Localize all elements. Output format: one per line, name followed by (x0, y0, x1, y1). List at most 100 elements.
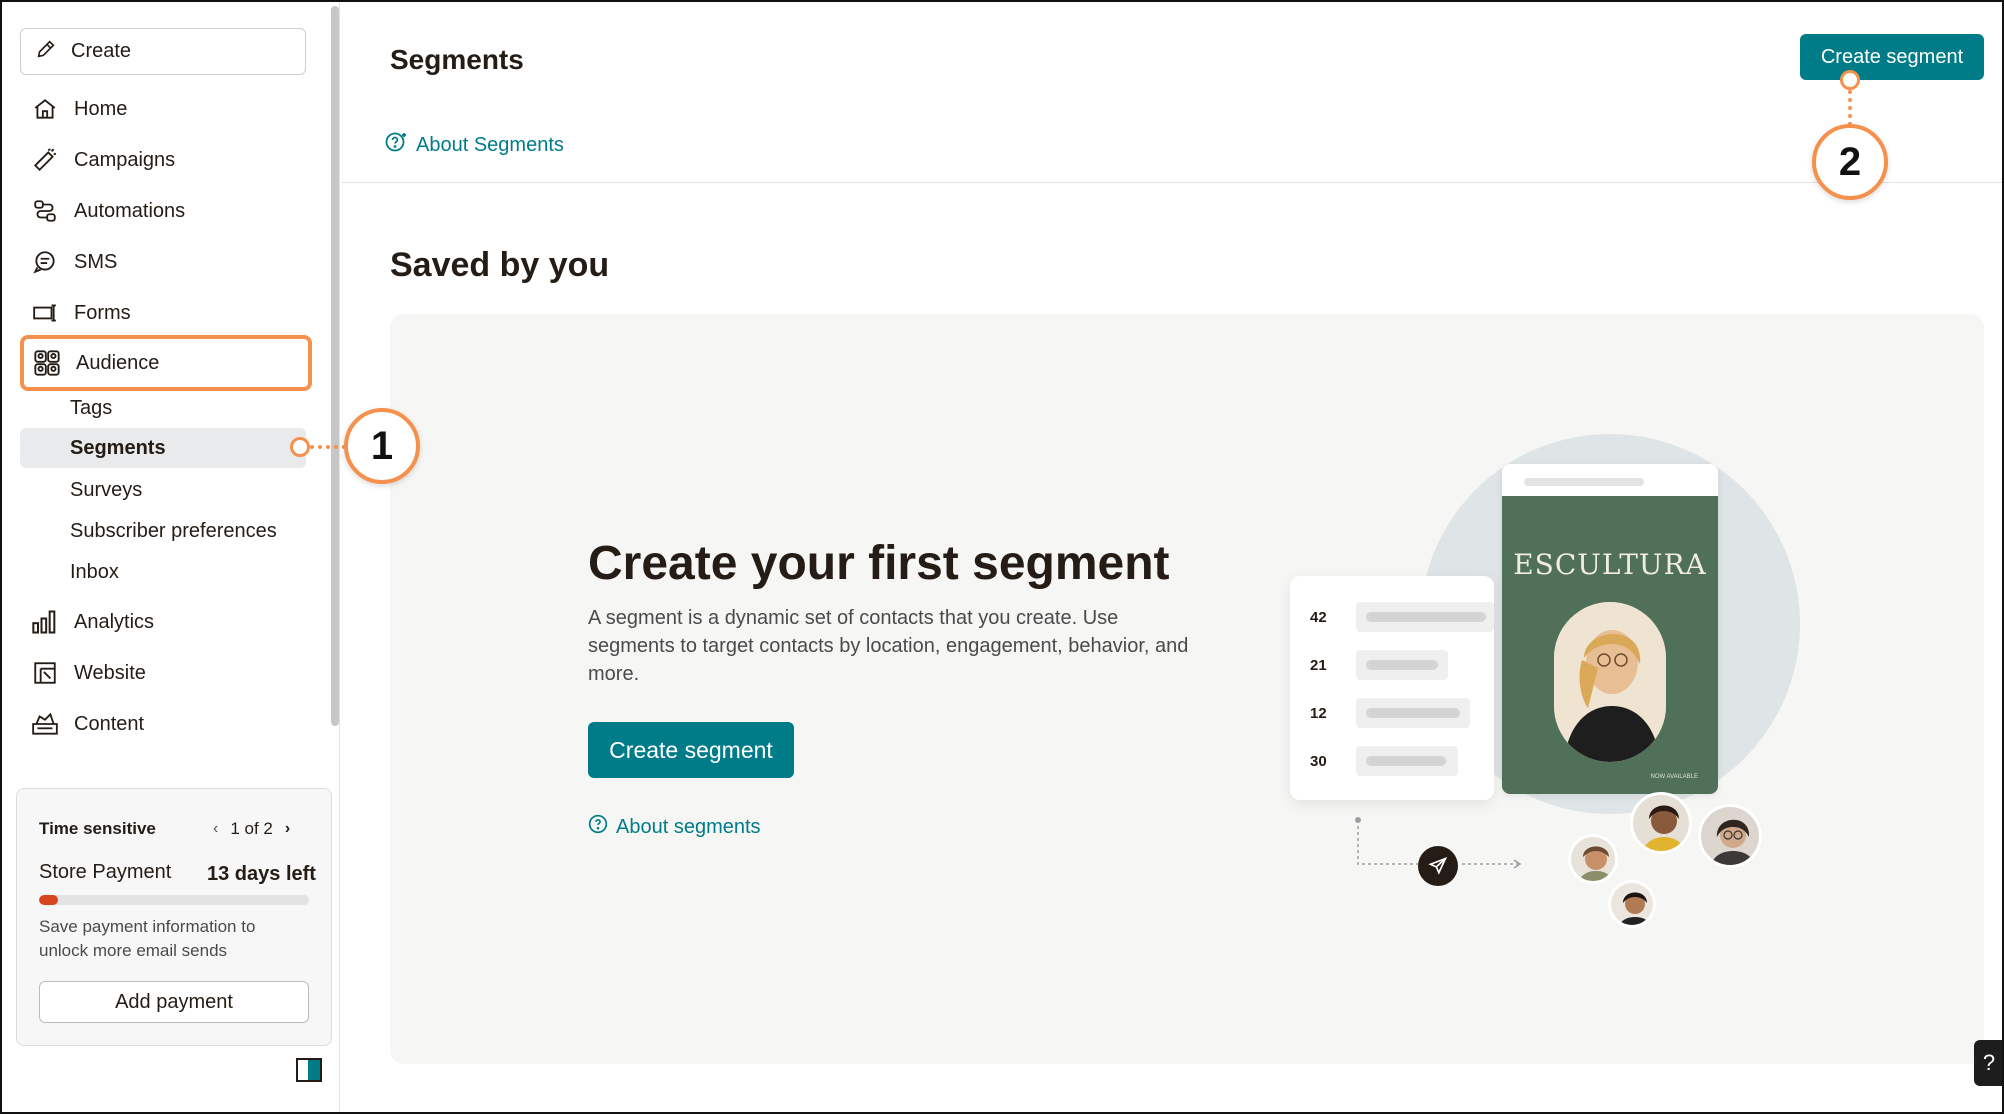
callout-2-line (1848, 90, 1852, 126)
pager-label: 1 of 2 (230, 819, 273, 838)
stat-bar (1356, 650, 1448, 680)
sparkle-help-icon (384, 130, 408, 160)
model-portrait (1554, 602, 1666, 762)
callout-number: 2 (1838, 139, 1862, 184)
stat-bar (1356, 602, 1494, 632)
callout-1-badge: 1 (344, 408, 420, 484)
about-segments-link[interactable]: About Segments (384, 130, 564, 160)
callout-2-anchor (1840, 70, 1860, 90)
about-segments-link-secondary[interactable]: About segments (588, 814, 761, 840)
forms-icon (30, 298, 60, 328)
collapse-sidebar-icon[interactable] (296, 1058, 322, 1082)
create-label: Create (71, 40, 132, 62)
avatar (1608, 880, 1656, 928)
analytics-icon (30, 607, 60, 637)
avatar (1630, 792, 1692, 854)
subitem-label: Segments (70, 436, 166, 459)
callout-2-badge: 2 (1812, 124, 1888, 200)
payment-progress-bar (39, 895, 309, 905)
time-sensitive-title: Time sensitive (39, 819, 156, 838)
sidebar-item-label: Audience (76, 351, 160, 374)
create-button[interactable]: Create (20, 28, 306, 75)
automations-icon (30, 196, 60, 226)
sidebar-item-website[interactable]: Website (20, 650, 310, 696)
sidebar-item-label: Campaigns (74, 148, 176, 171)
stat-row: 12 (1310, 698, 1470, 728)
empty-state-heading: Create your first segment (588, 537, 1170, 590)
pencil-icon (35, 38, 57, 66)
sidebar-subitem-tags[interactable]: Tags (20, 388, 306, 428)
days-left-label: 13 days left (207, 863, 316, 885)
empty-state-description: A segment is a dynamic set of contacts t… (588, 607, 1189, 685)
stat-bar (1356, 746, 1458, 776)
time-sensitive-pager: ‹ 1 of 2 › (213, 819, 290, 839)
subitem-label: Inbox (70, 560, 119, 583)
stat-row: 42 (1310, 602, 1494, 632)
avatar (1568, 834, 1618, 884)
sidebar-item-label: Analytics (74, 610, 155, 633)
stats-card: 42 21 12 30 (1290, 576, 1494, 800)
payment-progress-fill (39, 895, 58, 905)
sidebar-item-automations[interactable]: Automations (20, 188, 310, 234)
audience-icon (32, 348, 62, 378)
content-icon (30, 709, 60, 739)
phone-footer: NOW AVAILABLE (1522, 774, 1698, 780)
sidebar-subitem-subscriber-preferences[interactable]: Subscriber preferences (20, 511, 306, 551)
segment-illustration: ESCULTURA NOW AVAILABLE 42 21 12 30 (1290, 434, 1810, 934)
sidebar-item-content[interactable]: Content (20, 701, 310, 747)
stat-row: 21 (1310, 650, 1448, 680)
sidebar-item-sms[interactable]: SMS (20, 239, 310, 285)
create-segment-button[interactable]: Create segment (588, 722, 794, 778)
sidebar-subitem-surveys[interactable]: Surveys (20, 470, 306, 510)
callout-number: 1 (370, 423, 394, 468)
sidebar-subitem-inbox[interactable]: Inbox (20, 552, 306, 592)
add-payment-button[interactable]: Add payment (39, 981, 309, 1023)
phone-header-bar (1524, 478, 1644, 486)
saved-by-you-heading: Saved by you (390, 246, 610, 284)
sidebar-item-label: SMS (74, 250, 118, 273)
sidebar-subitem-segments[interactable]: Segments (20, 428, 306, 468)
page-title: Segments (390, 44, 524, 75)
sidebar-item-label: Home (74, 97, 128, 120)
sidebar-scrollbar[interactable] (328, 4, 342, 764)
time-sensitive-card: Time sensitive ‹ 1 of 2 › Store Payment … (16, 788, 332, 1046)
phone-foot-right: NOW AVAILABLE (1650, 774, 1698, 780)
sms-icon (30, 247, 60, 277)
stat-bar (1356, 698, 1470, 728)
help-button[interactable]: ? (1974, 1040, 2004, 1086)
stat-number: 21 (1310, 656, 1327, 674)
sidebar-item-campaigns[interactable]: Campaigns (20, 137, 310, 183)
scrollbar-thumb[interactable] (331, 6, 339, 726)
sidebar-item-label: Automations (74, 199, 186, 222)
time-sensitive-description: Save payment information to unlock more … (39, 917, 256, 960)
sidebar-item-home[interactable]: Home (20, 86, 310, 132)
stat-number: 42 (1310, 608, 1327, 626)
create-segment-button-top[interactable]: Create segment (1800, 34, 1984, 80)
send-icon (1418, 846, 1458, 886)
brand-name: ESCULTURA (1513, 548, 1707, 581)
empty-state-card: Create your first segment A segment is a… (390, 314, 1984, 1064)
about-segments-label: About Segments (416, 133, 564, 156)
sidebar-item-label: Forms (74, 301, 131, 324)
chevron-left-icon[interactable]: ‹ (213, 820, 218, 838)
about-segments-label: About segments (616, 815, 761, 838)
website-icon (30, 658, 60, 688)
sidebar-item-forms[interactable]: Forms (20, 290, 310, 336)
avatar (1698, 804, 1762, 868)
stat-row: 30 (1310, 746, 1458, 776)
sidebar-item-analytics[interactable]: Analytics (20, 599, 310, 645)
stat-number: 12 (1310, 704, 1327, 722)
sidebar-item-label: Website (74, 661, 146, 684)
sidebar-item-audience[interactable]: Audience (20, 335, 312, 391)
store-payment-label: Store Payment (39, 861, 172, 883)
subitem-label: Subscriber preferences (70, 519, 277, 542)
home-icon (30, 94, 60, 124)
phone-screen: ESCULTURA NOW AVAILABLE (1502, 496, 1718, 794)
phone-mockup: ESCULTURA NOW AVAILABLE (1502, 464, 1718, 794)
sidebar-item-label: Content (74, 712, 145, 735)
header-divider (342, 182, 2002, 183)
megaphone-icon (30, 145, 60, 175)
stat-number: 30 (1310, 752, 1327, 770)
main-content: Segments About Segments Create segment S… (342, 2, 2002, 1112)
chevron-right-icon[interactable]: › (285, 820, 290, 838)
